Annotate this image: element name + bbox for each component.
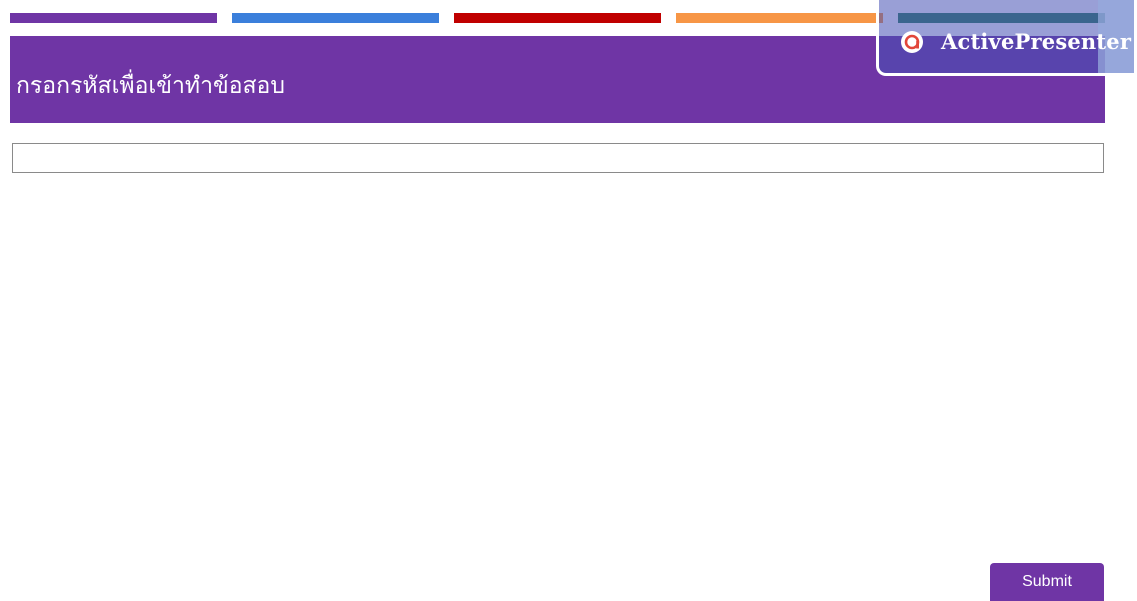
submit-button[interactable]: Submit xyxy=(990,563,1104,601)
quiz-slide: กรอกรหัสเพื่อเข้าทำข้อสอบ Submit ActiveP… xyxy=(0,0,1137,601)
page-title: กรอกรหัสเพื่อเข้าทำข้อสอบ xyxy=(16,73,285,99)
activepresenter-watermark: ActivePresenter xyxy=(876,0,1137,76)
accent-stripe-red xyxy=(454,13,661,23)
accent-stripe-blue xyxy=(232,13,439,23)
activepresenter-logo-icon xyxy=(901,31,923,53)
watermark-text: ActivePresenter xyxy=(941,29,1132,54)
accent-stripe-purple xyxy=(10,13,217,23)
accent-stripe-orange xyxy=(676,13,883,23)
password-input[interactable] xyxy=(12,143,1104,173)
